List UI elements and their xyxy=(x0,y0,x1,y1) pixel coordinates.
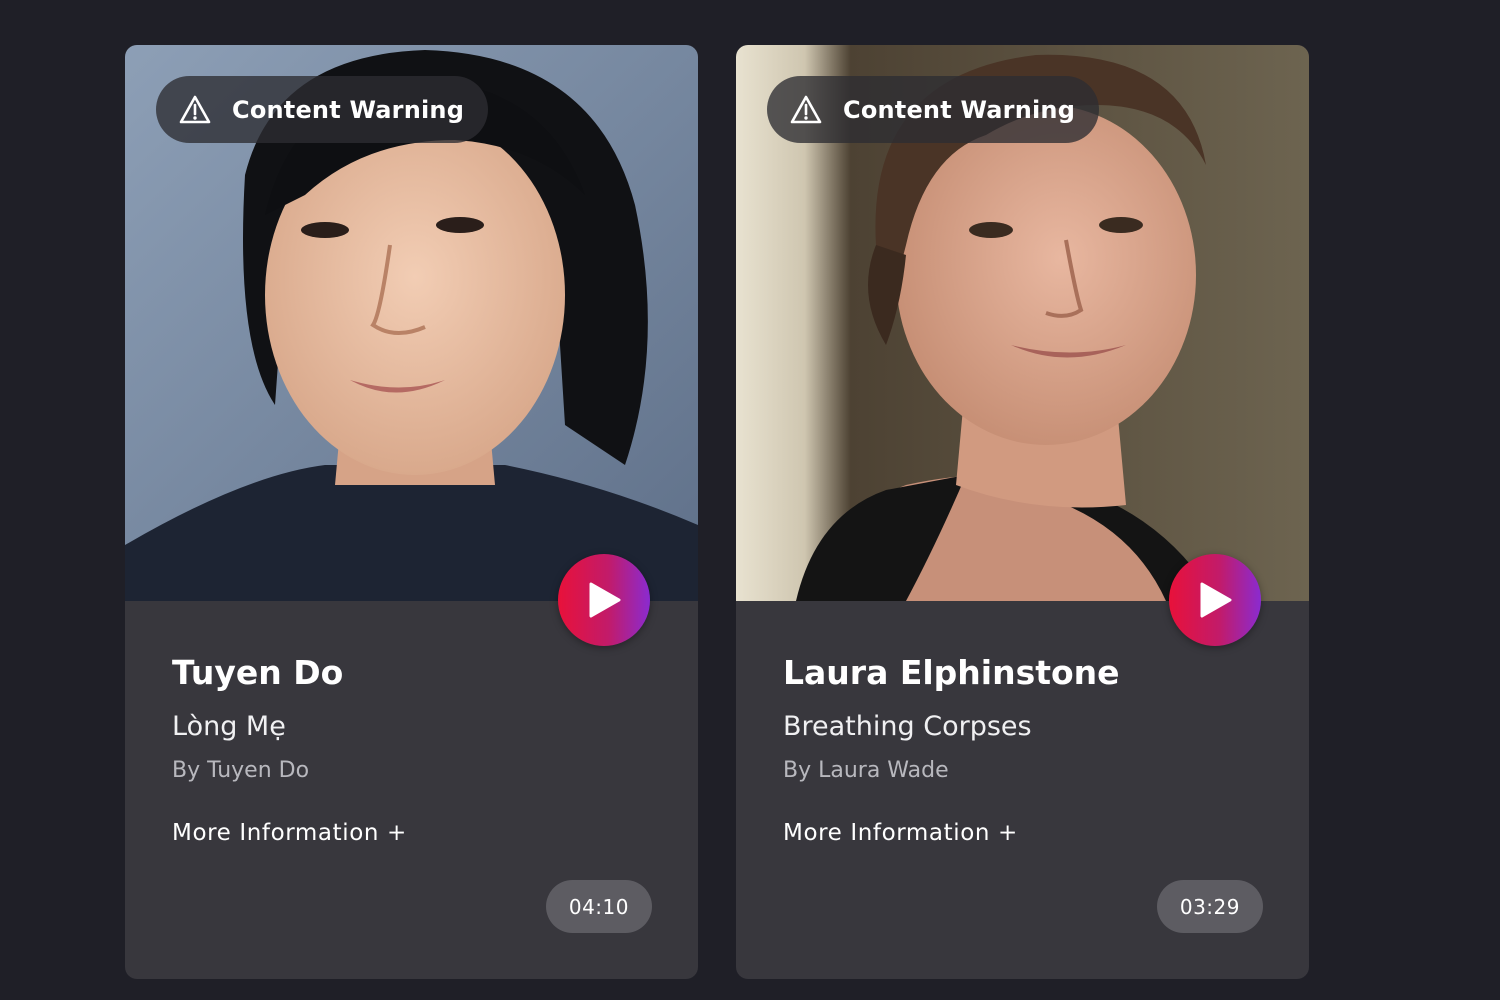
duration-badge: 03:29 xyxy=(1156,880,1263,933)
performer-name: Laura Elphinstone xyxy=(783,653,1120,692)
warning-triangle-icon xyxy=(789,93,823,127)
headshot-photo: Content Warning xyxy=(736,45,1309,601)
play-title: Breathing Corpses xyxy=(783,711,1032,742)
play-author: By Tuyen Do xyxy=(172,758,310,783)
card-info: Tuyen Do Lòng Mẹ By Tuyen Do More Inform… xyxy=(172,645,658,848)
content-warning-badge[interactable]: Content Warning xyxy=(767,76,1100,143)
content-warning-label: Content Warning xyxy=(843,95,1076,124)
play-button[interactable] xyxy=(1169,554,1261,646)
headshot-photo: Content Warning xyxy=(125,45,698,601)
performer-name: Tuyen Do xyxy=(172,653,344,692)
play-button[interactable] xyxy=(558,554,650,646)
content-warning-badge[interactable]: Content Warning xyxy=(156,76,489,143)
content-warning-label: Content Warning xyxy=(232,95,465,124)
more-information-link[interactable]: More Information + xyxy=(172,818,407,848)
duration-badge: 04:10 xyxy=(545,880,652,933)
play-title: Lòng Mẹ xyxy=(172,711,286,742)
more-information-link[interactable]: More Information + xyxy=(783,818,1018,848)
play-icon xyxy=(1200,582,1232,618)
video-card-grid: Content Warning Tuyen Do Lòng Mẹ By Tuye… xyxy=(125,45,1309,979)
warning-triangle-icon xyxy=(178,93,212,127)
play-icon xyxy=(589,582,621,618)
play-author: By Laura Wade xyxy=(783,758,949,783)
card-info: Laura Elphinstone Breathing Corpses By L… xyxy=(783,645,1269,848)
video-card[interactable]: Content Warning Tuyen Do Lòng Mẹ By Tuye… xyxy=(125,45,698,979)
video-card[interactable]: Content Warning Laura Elphinstone Breath… xyxy=(736,45,1309,979)
